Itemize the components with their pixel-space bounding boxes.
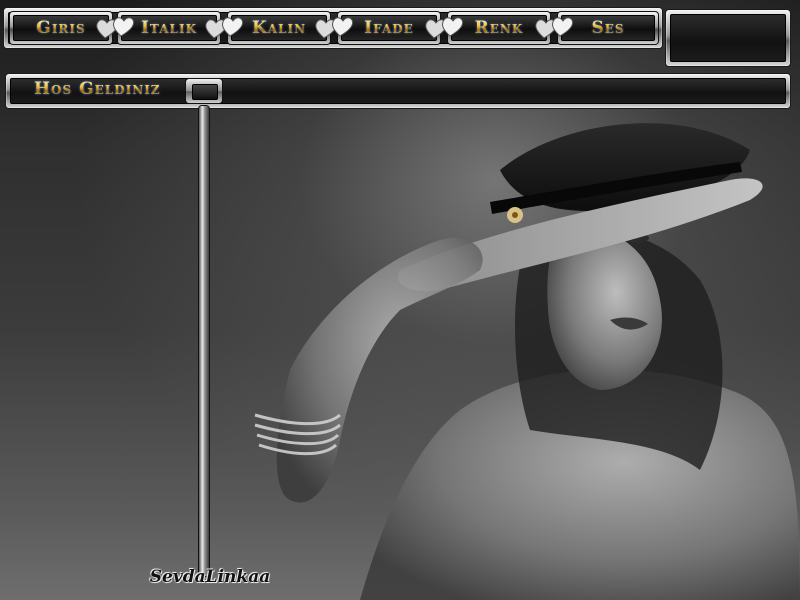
nav-button-face: Italik [121,15,217,41]
portrait-image [254,123,800,600]
signature-text: SevdaLinkaa [149,567,271,587]
nav-button-face: Ifade [341,15,437,41]
twin-hearts-icon [315,17,354,39]
twin-hearts-icon [535,17,574,39]
nav-button-face: Kalin [231,15,327,41]
side-box [666,10,790,66]
twin-hearts-icon [425,17,464,39]
nav-button-label: Giris [36,18,86,38]
side-box-inner [670,14,786,62]
nav-button-label: Italik [140,18,198,38]
nav-button-face: Renk [451,15,547,41]
welcome-text: Hos Geldiniz [34,79,161,99]
nav-button-face: Ses [561,15,655,41]
welcome-knob-face [192,84,218,100]
nav-button-label: Ses [591,18,625,38]
welcome-knob-button[interactable] [186,79,222,103]
vertical-divider-rail [199,106,209,576]
welcome-bar: Hos Geldiniz [6,74,790,108]
twin-hearts-icon [205,17,244,39]
nav-button-label: Ifade [364,18,414,38]
nav-button-label: Kalin [251,18,307,38]
nav-button-label: Renk [474,18,524,38]
twin-hearts-icon [96,17,135,39]
signature-watermark: SevdaLinkaa [148,560,272,594]
